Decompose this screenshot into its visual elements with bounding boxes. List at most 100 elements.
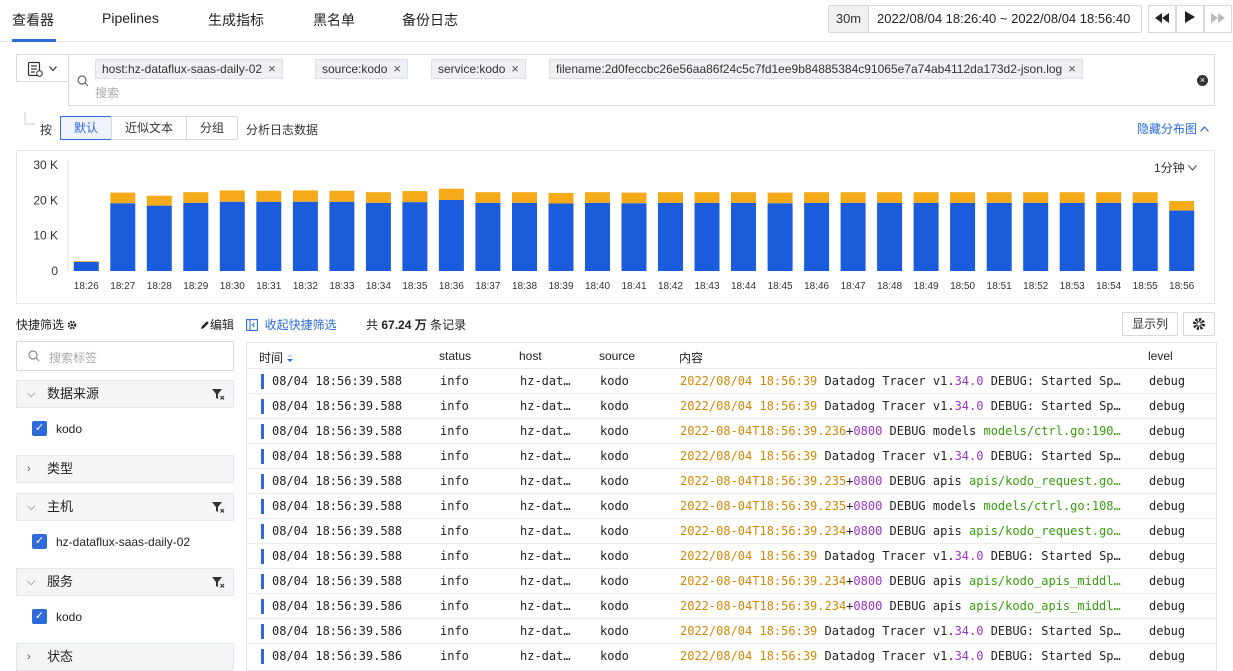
tab-backup-logs[interactable]: 备份日志: [402, 10, 458, 30]
bar-segment-secondary[interactable]: [110, 192, 136, 204]
bar-segment-primary[interactable]: [73, 261, 99, 271]
play-icon[interactable]: [1176, 5, 1204, 33]
bar-segment-primary[interactable]: [329, 201, 355, 271]
bar-segment-secondary[interactable]: [146, 195, 172, 206]
bar-segment-primary[interactable]: [658, 202, 683, 271]
tab-viewer[interactable]: 查看器: [12, 10, 54, 30]
bar-segment-primary[interactable]: [146, 205, 172, 271]
filter-group-status[interactable]: › 状态: [16, 643, 234, 671]
bar-segment-secondary[interactable]: [329, 190, 355, 202]
checkbox-checked-icon[interactable]: ✓: [32, 421, 47, 436]
time-quick-select[interactable]: 30m: [829, 6, 869, 32]
bar-segment-primary[interactable]: [585, 202, 610, 271]
filter-group-service[interactable]: ⌵ 服务: [16, 568, 234, 596]
bar-segment-secondary[interactable]: [950, 192, 976, 203]
bar-segment-secondary[interactable]: [548, 192, 574, 204]
filter-group-host[interactable]: ⌵ 主机: [16, 493, 234, 521]
bar-segment-secondary[interactable]: [256, 190, 282, 202]
bar-segment-secondary[interactable]: [1169, 201, 1195, 211]
collapse-quick-filter-button[interactable]: 收起快捷筛选: [246, 316, 337, 333]
search-input[interactable]: 搜索: [95, 84, 119, 101]
time-range-label[interactable]: 2022/08/04 18:26:40 ~ 2022/08/04 18:56:4…: [877, 6, 1130, 32]
bar-segment-primary[interactable]: [621, 203, 647, 271]
analysis-mode-approximate-text[interactable]: 近似文本: [111, 116, 187, 140]
hide-distribution-button[interactable]: 隐藏分布图: [1137, 120, 1210, 137]
bar-segment-primary[interactable]: [548, 203, 574, 272]
analysis-mode-default[interactable]: 默认: [60, 116, 112, 140]
show-columns-button[interactable]: 显示列: [1122, 312, 1178, 336]
bar-segment-secondary[interactable]: [694, 192, 720, 203]
bar-segment-primary[interactable]: [475, 202, 501, 271]
bar-segment-secondary[interactable]: [73, 261, 99, 262]
close-icon[interactable]: ×: [511, 61, 519, 76]
filter-chip-service[interactable]: service:kodo ×: [431, 59, 526, 79]
bar-segment-primary[interactable]: [183, 202, 209, 271]
table-row[interactable]: 08/04 18:56:39.588 info hz-dat… kodo 2022-08…: [247, 568, 1216, 593]
table-settings-button[interactable]: [1183, 312, 1215, 336]
bar-segment-primary[interactable]: [767, 203, 793, 271]
table-row[interactable]: 08/04 18:56:39.588 info hz-dat… kodo 2022-08…: [247, 493, 1216, 518]
clear-all-icon[interactable]: ×: [1197, 75, 1208, 86]
view-selector[interactable]: [16, 54, 68, 82]
bar-segment-primary[interactable]: [731, 202, 756, 271]
bar-segment-primary[interactable]: [986, 202, 1012, 271]
forward-icon[interactable]: [1204, 5, 1232, 33]
edit-quick-filter-button[interactable]: 编辑: [200, 316, 234, 333]
bar-segment-primary[interactable]: [292, 201, 318, 271]
tab-pipelines[interactable]: Pipelines: [102, 10, 159, 26]
bar-segment-secondary[interactable]: [292, 190, 318, 202]
column-header-source[interactable]: source: [599, 349, 635, 363]
bar-segment-primary[interactable]: [877, 202, 903, 271]
gear-icon[interactable]: [67, 320, 77, 330]
bar-segment-secondary[interactable]: [183, 192, 209, 203]
bar-segment-primary[interactable]: [402, 202, 428, 271]
table-row[interactable]: 08/04 18:56:39.586 info hz-dat… kodo 2022-08…: [247, 593, 1216, 618]
filter-chip-host[interactable]: host:hz-dataflux-saas-daily-02 ×: [95, 59, 283, 79]
bar-segment-secondary[interactable]: [658, 192, 683, 203]
close-icon[interactable]: ×: [1068, 61, 1076, 76]
filter-group-type[interactable]: › 类型: [16, 455, 234, 483]
analysis-mode-group[interactable]: 分组: [186, 116, 238, 140]
checkbox-checked-icon[interactable]: ✓: [32, 609, 47, 624]
table-row[interactable]: 08/04 18:56:39.588 info hz-dat… kodo 2022/08…: [247, 543, 1216, 568]
bar-segment-primary[interactable]: [840, 202, 866, 271]
bar-segment-secondary[interactable]: [877, 192, 903, 203]
tag-search-input[interactable]: 搜索标签: [16, 341, 234, 371]
bar-segment-primary[interactable]: [1023, 202, 1049, 271]
bar-segment-secondary[interactable]: [402, 191, 428, 203]
table-row[interactable]: 08/04 18:56:39.586 info hz-dat… kodo 2022/08…: [247, 643, 1216, 668]
table-row[interactable]: 08/04 18:56:39.588 info hz-dat… kodo 2022-08…: [247, 518, 1216, 543]
bar-segment-primary[interactable]: [1059, 202, 1085, 271]
column-header-time[interactable]: 时间: [259, 349, 294, 366]
bar-segment-secondary[interactable]: [1059, 192, 1085, 203]
bar-segment-secondary[interactable]: [1132, 192, 1158, 203]
bar-segment-primary[interactable]: [1169, 210, 1195, 271]
tab-generate-metrics[interactable]: 生成指标: [208, 10, 264, 30]
bar-segment-secondary[interactable]: [804, 192, 830, 203]
table-row[interactable]: 08/04 18:56:39.588 info hz-dat… kodo 2022/08…: [247, 443, 1216, 468]
bar-segment-secondary[interactable]: [219, 190, 245, 202]
clear-filter-icon[interactable]: [211, 575, 225, 589]
bar-segment-secondary[interactable]: [986, 192, 1012, 203]
bar-segment-secondary[interactable]: [767, 192, 793, 204]
bar-segment-secondary[interactable]: [840, 192, 866, 203]
bar-segment-secondary[interactable]: [731, 192, 756, 203]
column-header-status[interactable]: status: [439, 349, 471, 363]
interval-select[interactable]: 1分钟: [1154, 159, 1197, 176]
column-header-host[interactable]: host: [519, 349, 542, 363]
search-filter-box[interactable]: host:hz-dataflux-saas-daily-02 × source:k…: [68, 54, 1215, 106]
column-header-content[interactable]: 内容: [679, 349, 703, 366]
bar-segment-primary[interactable]: [1096, 202, 1122, 271]
bar-segment-secondary[interactable]: [475, 192, 501, 203]
table-row[interactable]: 08/04 18:56:39.588 info hz-dat… kodo 2022/08…: [247, 393, 1216, 418]
table-row[interactable]: 08/04 18:56:39.588 info hz-dat… kodo 2022/08…: [247, 368, 1216, 393]
bar-segment-secondary[interactable]: [621, 192, 647, 204]
bar-segment-primary[interactable]: [950, 202, 976, 271]
bar-segment-secondary[interactable]: [365, 192, 391, 203]
filter-chip-source[interactable]: source:kodo ×: [315, 59, 408, 79]
bar-segment-secondary[interactable]: [585, 192, 610, 203]
close-icon[interactable]: ×: [268, 61, 276, 76]
bar-segment-secondary[interactable]: [512, 192, 537, 203]
filter-group-data-source[interactable]: ⌵ 数据来源: [16, 380, 234, 408]
bar-segment-primary[interactable]: [512, 202, 537, 271]
